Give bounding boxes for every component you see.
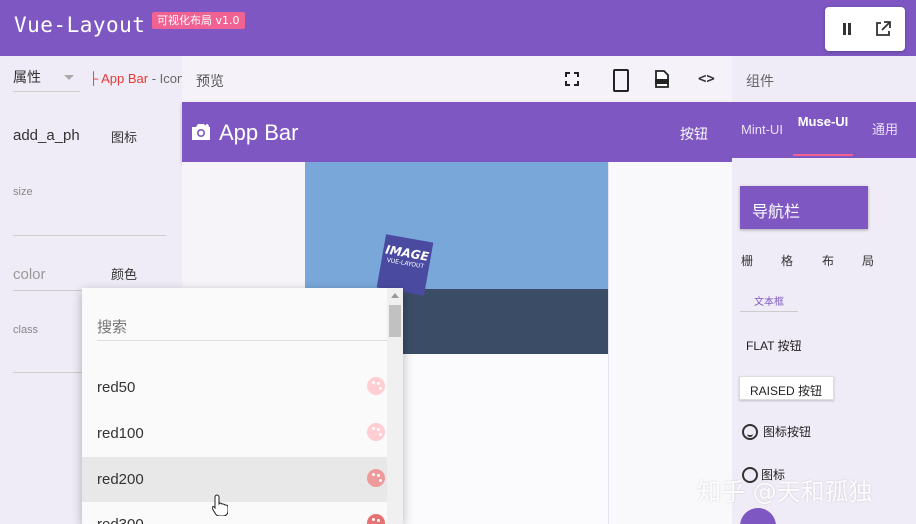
app-title: Vue-Layout [14,13,146,37]
breadcrumb-rest: - Icon [148,71,182,86]
camera-icon [190,123,212,141]
component-flat-button[interactable]: FLAT 按钮 [746,337,802,354]
library-tabs: Mint-UI Muse-UI 通用 [732,102,916,158]
color-field-hint: 颜色 [111,267,138,282]
dropdown-item[interactable]: red200 [82,457,387,502]
palette-icon [367,514,385,524]
panel-tab-select[interactable]: 属性 [13,64,80,92]
grid-char-3[interactable]: 布 [822,252,834,269]
search-input[interactable] [97,314,389,341]
dropdown-item[interactable]: red50 [82,365,387,410]
dropdown-scrollbar[interactable] [387,288,403,524]
css-file-icon[interactable] [652,69,672,89]
image-logo: IMAGE VUE-LAYOUT [376,234,434,296]
component-navbar[interactable]: 导航栏 [740,186,868,229]
component-textfield[interactable]: 文本框 [754,293,784,308]
dropdown-item-label: red300 [97,516,144,524]
fullscreen-icon[interactable] [562,69,582,89]
tab-general[interactable]: 通用 [860,102,910,158]
open-in-new-icon[interactable] [873,19,893,39]
version-badge: 可视化布局 v1.0 [152,12,245,29]
panel-tab-label: 属性 [13,69,41,85]
class-label: class [13,324,39,336]
smile-icon [742,424,758,440]
dropdown-item-label: red50 [97,379,136,396]
preview-toolbar: 预览 <> [182,56,732,102]
color-field[interactable]: color [13,266,46,283]
palette-icon [367,377,385,395]
palette-icon [367,469,385,487]
color-dropdown: red50 red100 red200 red300 [82,288,403,524]
dropdown-item[interactable]: red300 [82,502,387,524]
components-title: 组件 [746,73,774,89]
active-tab-indicator [793,154,853,156]
icon-field-hint: 图标 [111,130,138,145]
components-panel: 组件 Mint-UI Muse-UI 通用 导航栏 栅 格 布 局 文本框 FL… [732,56,916,524]
grid-char-4[interactable]: 局 [862,252,874,269]
top-app-bar: Vue-Layout 可视化布局 v1.0 [0,0,916,56]
watermark: 知乎 @天和孤独 [697,478,873,506]
tab-muse-ui[interactable]: Muse-UI [793,102,853,158]
icon-field[interactable]: add_a_ph [13,127,80,144]
preview-app-bar[interactable]: App Bar 按钮 [182,102,732,162]
top-actions [825,7,905,51]
phone-icon[interactable] [610,69,630,92]
code-icon[interactable]: <> [698,69,718,89]
size-field[interactable] [13,235,166,236]
class-field[interactable] [13,372,83,373]
app-bar-button[interactable]: 按钮 [680,124,708,144]
breadcrumb-head: ├ App Bar [89,71,149,86]
scrollbar-thumb[interactable] [389,305,401,337]
grid-char-2[interactable]: 格 [781,252,793,269]
component-raised-button[interactable]: RAISED 按钮 [739,376,834,400]
dropdown-item[interactable]: red100 [82,411,387,456]
card-media [305,162,608,289]
breadcrumb[interactable]: ├ App Bar - Icon [89,71,182,86]
preview-column-right [608,162,732,524]
textfield-underline [740,311,798,312]
dropdown-item-label: red100 [97,425,144,442]
pause-icon[interactable] [837,19,857,39]
cursor-icon [211,494,229,517]
chevron-down-icon [64,75,74,80]
scroll-up-icon[interactable] [391,293,399,298]
app-bar-title: App Bar [219,120,299,145]
icon-button-label: 图标按钮 [763,425,812,439]
preview-title: 预览 [196,73,224,89]
color-field-line [13,290,83,291]
component-fab[interactable] [740,508,776,524]
palette-icon [367,423,385,441]
grid-char-1[interactable]: 栅 [741,252,753,269]
size-label: size [13,186,33,198]
component-icon-button[interactable]: 图标按钮 [742,423,811,440]
dropdown-item-label: red200 [97,471,144,488]
tab-mint-ui[interactable]: Mint-UI [732,102,792,158]
